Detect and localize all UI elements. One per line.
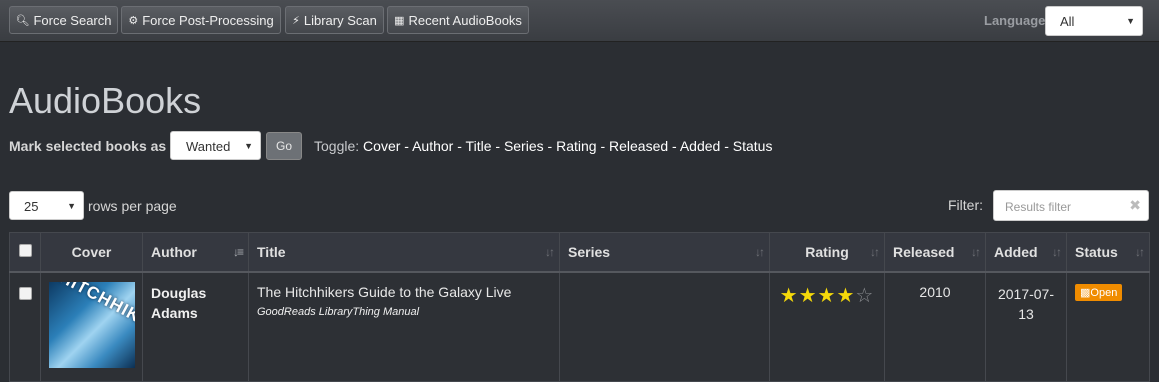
sort-icon: ↓↑ — [1135, 245, 1145, 259]
toggle-series[interactable]: Series — [504, 138, 544, 154]
toggle-title[interactable]: Title — [466, 138, 492, 154]
title-cell: The Hitchhikers Guide to the Galaxy Live… — [248, 271, 560, 382]
force-post-processing-label: Force Post-Processing — [142, 12, 274, 28]
select-all-header — [9, 232, 41, 273]
rows-per-page-value: 25 — [24, 199, 39, 214]
force-search-label: Force Search — [33, 12, 112, 28]
cover-cell: HITCHHIKERS — [40, 271, 143, 382]
header-author-label: Author — [151, 243, 197, 260]
force-post-processing-button[interactable]: ⚙ Force Post-Processing — [121, 6, 281, 34]
status-badge[interactable]: ▩Open — [1075, 283, 1123, 301]
calendar-icon: ▦ — [394, 14, 405, 27]
status-label: Open — [1090, 286, 1118, 299]
header-status-label: Status — [1075, 243, 1118, 260]
force-search-button[interactable]: 🔍︎ Force Search — [9, 6, 118, 34]
chevron-down-icon: ▼ — [67, 201, 76, 211]
page-title: AudioBooks — [9, 80, 202, 121]
star-filled-icon: ★ — [836, 284, 856, 307]
table-row: HITCHHIKERS Douglas Adams The Hitchhiker… — [9, 271, 1150, 382]
sort-icon: ↓↑ — [545, 245, 555, 259]
mark-selected-label: Mark selected books as — [9, 138, 167, 154]
language-value: All — [1060, 14, 1075, 29]
row-checkbox[interactable] — [18, 286, 32, 300]
added-value: 2017-07-13 — [997, 285, 1055, 322]
toggle-author[interactable]: Author — [412, 138, 453, 154]
results-filter-input[interactable]: Results filter ✖ — [993, 190, 1149, 221]
cover-text: HITCHHIKERS — [56, 281, 135, 344]
library-scan-button[interactable]: ⚡︎ Library Scan — [285, 6, 384, 34]
sort-icon: ↓↑ — [870, 245, 880, 259]
sort-icon: ↓↑ — [1052, 245, 1062, 259]
recent-audiobooks-label: Recent AudioBooks — [408, 12, 522, 28]
header-title[interactable]: Title ↓↑ — [248, 232, 560, 273]
rows-per-page-label: rows per page — [88, 198, 177, 214]
sort-icon: ↓↑ — [971, 245, 981, 259]
rows-per-page-select[interactable]: 25 ▼ — [9, 191, 84, 220]
released-value: 2010 — [919, 283, 951, 300]
chevron-down-icon: ▼ — [244, 141, 253, 151]
header-cover[interactable]: Cover — [40, 232, 143, 273]
toggle-label: Toggle: — [314, 138, 360, 154]
sort-ascending-icon: ↓≡ — [232, 245, 244, 259]
header-author[interactable]: Author ↓≡ — [142, 232, 249, 273]
top-toolbar: 🔍︎ Force Search ⚙ Force Post-Processing … — [0, 0, 1159, 42]
select-all-checkbox[interactable] — [18, 243, 32, 257]
header-added[interactable]: Added ↓↑ — [985, 232, 1067, 273]
library-scan-label: Library Scan — [303, 12, 377, 28]
row-select-cell — [9, 271, 41, 382]
book-icon: ▩ — [1080, 286, 1091, 299]
language-label: Language — [984, 13, 1046, 28]
status-cell: ▩Open — [1066, 271, 1150, 382]
bolt-icon: ⚡︎ — [292, 14, 300, 27]
released-cell: 2010 — [884, 271, 986, 382]
gears-icon: ⚙ — [128, 14, 139, 27]
header-series-label: Series — [568, 243, 611, 260]
star-empty-icon: ☆ — [855, 284, 875, 307]
header-released-label: Released — [893, 243, 955, 260]
sort-icon: ↓↑ — [755, 245, 765, 259]
header-added-label: Added — [994, 243, 1038, 260]
book-external-links[interactable]: GoodReads LibraryThing Manual — [257, 306, 551, 318]
header-rating-label: Rating — [805, 243, 849, 260]
go-button[interactable]: Go — [266, 132, 302, 160]
book-title-link[interactable]: The Hitchhikers Guide to the Galaxy Live — [257, 273, 551, 300]
column-toggle: Toggle: Cover - Author - Title - Series … — [314, 138, 773, 154]
header-title-label: Title — [257, 243, 286, 260]
added-cell: 2017-07-13 — [985, 271, 1067, 382]
filter-label: Filter: — [948, 197, 983, 213]
toggle-released[interactable]: Released — [609, 138, 668, 154]
book-cover-image[interactable]: HITCHHIKERS — [49, 281, 135, 368]
mark-status-value: Wanted — [186, 139, 231, 154]
recent-audiobooks-button[interactable]: ▦ Recent AudioBooks — [387, 6, 529, 34]
mark-status-select[interactable]: Wanted ▼ — [170, 131, 261, 160]
header-series[interactable]: Series ↓↑ — [559, 232, 770, 273]
clear-icon[interactable]: ✖ — [1129, 197, 1141, 214]
author-cell: Douglas Adams — [142, 271, 249, 382]
header-rating[interactable]: Rating ↓↑ — [769, 232, 885, 273]
author-link[interactable]: Douglas Adams — [151, 273, 240, 323]
header-released[interactable]: Released ↓↑ — [884, 232, 986, 273]
star-rating: ★★★★☆ — [778, 273, 876, 308]
star-filled-icon: ★ — [798, 284, 818, 307]
toggle-added[interactable]: Added — [680, 138, 720, 154]
star-filled-icon: ★ — [779, 284, 799, 307]
chevron-down-icon: ▼ — [1126, 16, 1135, 26]
rating-cell: ★★★★☆ — [769, 271, 885, 382]
header-cover-label: Cover — [71, 243, 112, 260]
toggle-rating[interactable]: Rating — [556, 138, 596, 154]
toggle-cover[interactable]: Cover — [363, 138, 400, 154]
star-filled-icon: ★ — [817, 284, 837, 307]
header-status[interactable]: Status ↓↑ — [1066, 232, 1150, 273]
language-select[interactable]: All ▼ — [1045, 6, 1143, 36]
search-icon: 🔍︎ — [15, 14, 30, 27]
audiobooks-table: Cover Author ↓≡ Title ↓↑ Series ↓↑ Ratin… — [9, 232, 1150, 382]
series-cell — [559, 271, 770, 382]
toggle-status[interactable]: Status — [733, 138, 773, 154]
filter-placeholder: Results filter — [1005, 200, 1072, 214]
table-header-row: Cover Author ↓≡ Title ↓↑ Series ↓↑ Ratin… — [9, 232, 1150, 273]
